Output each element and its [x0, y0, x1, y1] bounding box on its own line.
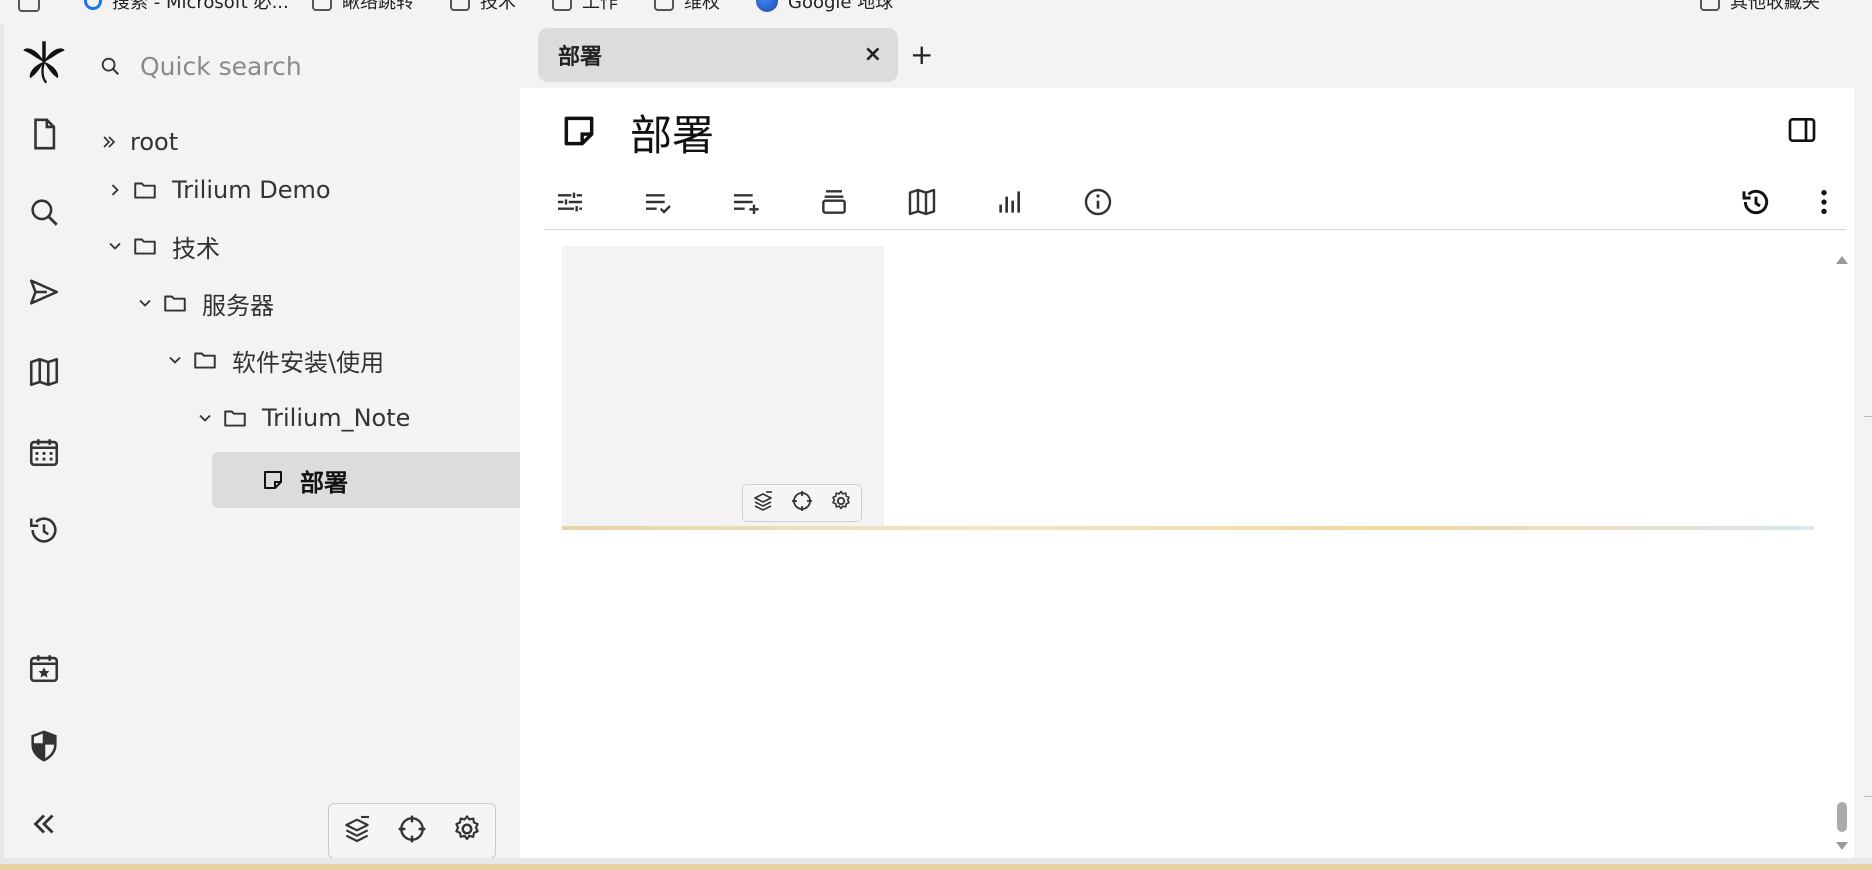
todo-list-icon[interactable]	[636, 180, 680, 224]
tab-strip: 部署 × +	[520, 24, 1854, 88]
embedded-tree-canvas[interactable]	[562, 246, 884, 526]
trilium-app: root Trilium Demo 技术	[4, 24, 1854, 859]
bookmark-folder-1[interactable]: 瞅络跳转	[312, 0, 414, 13]
tree-node-label: 技术	[172, 234, 220, 263]
note-icon	[258, 468, 288, 492]
tab-deploy[interactable]: 部署 ×	[538, 28, 898, 82]
folder-icon	[130, 177, 160, 203]
inbox-icon[interactable]	[812, 180, 856, 224]
send-icon[interactable]	[18, 266, 70, 318]
history-icon[interactable]	[1734, 180, 1778, 224]
tree-node-label: 服务器	[202, 291, 274, 320]
folder-icon	[312, 0, 332, 11]
tree-node-server[interactable]: 服务器	[130, 275, 274, 331]
map-icon[interactable]	[18, 346, 70, 398]
info-icon[interactable]	[1076, 180, 1120, 224]
chevron-down-icon[interactable]	[100, 236, 130, 256]
note-detail	[562, 246, 1814, 536]
note-title[interactable]: 部署	[630, 102, 714, 163]
folder-icon	[552, 0, 572, 11]
ribbon-toolbar	[544, 174, 1846, 230]
tree-node-trilium-note[interactable]: Trilium_Note	[190, 390, 410, 446]
chevron-down-icon[interactable]	[190, 408, 220, 428]
bookmark-folder-work[interactable]: 工作	[552, 0, 618, 13]
quick-search	[92, 40, 512, 92]
toggle-right-pane-icon[interactable]	[1786, 114, 1818, 150]
google-earth-icon	[756, 0, 778, 12]
bookmarks-bar: 搜索 - Microsoft 必... 瞅络跳转 技术 工作 维权 Google…	[0, 0, 1872, 24]
bar-chart-icon[interactable]	[988, 180, 1032, 224]
gear-icon[interactable]	[829, 489, 853, 517]
folder-icon	[190, 347, 220, 373]
canvas-toolbar	[742, 484, 862, 522]
folder-icon	[1700, 0, 1720, 11]
tree-node-deploy[interactable]: 部署	[212, 452, 524, 508]
window-right-edge	[1854, 24, 1872, 858]
calendar-star-icon[interactable]	[18, 642, 70, 694]
tree-node-tech[interactable]: 技术	[100, 218, 220, 274]
new-tab-button[interactable]: +	[910, 38, 933, 71]
folder-icon	[450, 0, 470, 11]
bookmark-other-folder[interactable]: 其他收藏夹	[1700, 0, 1820, 13]
search-icon	[84, 0, 102, 10]
vertical-scrollbar[interactable]	[1830, 230, 1854, 858]
search-icon	[92, 55, 128, 77]
file-icon[interactable]	[18, 108, 70, 160]
tree-node-label: root	[130, 128, 179, 156]
tab-title: 部署	[558, 45, 603, 70]
double-chevron-left-icon[interactable]	[18, 798, 70, 850]
bookmark-google-earth[interactable]: Google 地球	[756, 0, 893, 13]
main-content-area: 部署 × + 部署	[520, 24, 1854, 858]
double-chevron-right-icon[interactable]	[94, 132, 124, 152]
scroll-down-icon[interactable]	[1836, 842, 1848, 850]
note-tree-panel: root Trilium Demo 技术	[84, 24, 524, 859]
tree-node-label: 部署	[300, 468, 348, 497]
scroll-up-icon[interactable]	[1836, 256, 1848, 264]
scrollbar-thumb[interactable]	[1837, 802, 1847, 832]
bookmark-folder-tech[interactable]: 技术	[450, 0, 516, 13]
tree-toolbar	[328, 803, 496, 859]
tree-node-label: 软件安装\使用	[232, 348, 385, 377]
folder-icon	[130, 233, 160, 259]
add-list-icon[interactable]	[724, 180, 768, 224]
folder-icon	[654, 0, 674, 11]
history-icon[interactable]	[18, 504, 70, 556]
close-icon[interactable]: ×	[864, 42, 882, 67]
map-icon[interactable]	[900, 180, 944, 224]
tree-node-label: Trilium_Note	[262, 404, 411, 432]
bookmark-bing-search[interactable]: 搜索 - Microsoft 必...	[84, 0, 289, 13]
tree-node-trilium-demo[interactable]: Trilium Demo	[100, 162, 331, 218]
scroll-to-active-icon[interactable]	[790, 489, 814, 517]
tree-node-label: Trilium Demo	[172, 176, 331, 204]
chevron-down-icon[interactable]	[160, 350, 190, 370]
quick-search-input[interactable]	[128, 51, 488, 81]
trilium-logo-icon[interactable]	[18, 36, 70, 88]
divider	[1864, 796, 1872, 797]
calendar-icon[interactable]	[18, 426, 70, 478]
search-icon[interactable]	[18, 186, 70, 238]
scroll-to-active-icon[interactable]	[396, 813, 428, 849]
divider	[1864, 416, 1872, 417]
folder-icon	[160, 290, 190, 316]
window-bottom-edge	[0, 858, 1872, 870]
note-icon[interactable]	[560, 112, 598, 154]
chevron-down-icon[interactable]	[130, 293, 160, 313]
gear-icon[interactable]	[451, 813, 483, 849]
bookmark-folder-rights[interactable]: 维权	[654, 0, 720, 13]
folder-icon	[220, 405, 250, 431]
chevron-right-icon[interactable]	[100, 180, 130, 200]
options-icon[interactable]	[548, 180, 592, 224]
collapse-tree-icon[interactable]	[751, 489, 775, 517]
note-title-row: 部署	[520, 88, 1854, 174]
tree-node-software-install[interactable]: 软件安装\使用	[160, 332, 384, 388]
more-vertical-icon[interactable]	[1802, 180, 1846, 224]
collapse-tree-icon[interactable]	[341, 813, 373, 849]
loading-bar	[562, 526, 1814, 530]
launcher-bar	[4, 24, 84, 858]
bookmarks-menu-icon[interactable]	[18, 0, 40, 12]
shield-icon[interactable]	[18, 720, 70, 772]
